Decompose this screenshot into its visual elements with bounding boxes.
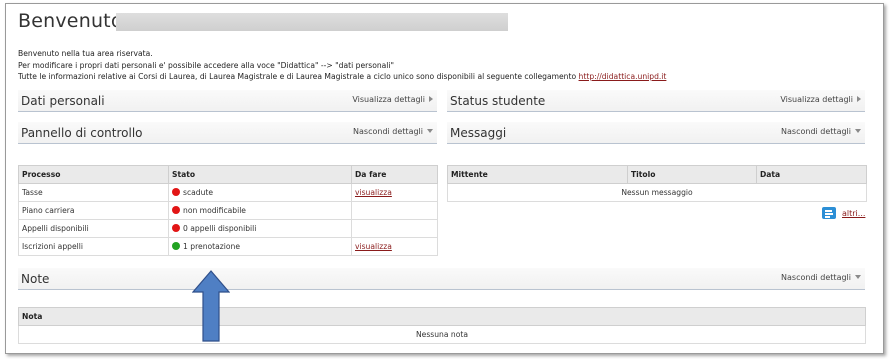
col-da-fare: Da fare [351,165,438,184]
visualizza-link[interactable]: visualizza [355,188,392,197]
messaggi-toggle[interactable]: Nascondi dettagli [781,127,861,136]
notes-table: Nota Nessuna nota [18,307,866,344]
table-row: Nessuna nota [18,325,866,344]
visualizza-link[interactable]: visualizza [355,242,392,251]
cell-da-fare [351,219,438,238]
cell-stato-label: 1 prenotazione [183,242,241,251]
empty-notes: Nessuna nota [18,325,866,344]
messaggi-toggle-label: Nascondi dettagli [781,127,851,136]
col-nota: Nota [18,307,866,326]
intro-line-3: Tutte le informazioni relative ai Corsi … [18,71,666,83]
cell-stato-label: scadute [183,188,214,197]
table-row: Tasse scadute visualizza [18,183,438,202]
cell-stato: non modificabile [168,201,352,220]
didattica-link[interactable]: http://didattica.unipd.it [579,72,667,81]
col-data: Data [756,165,867,184]
table-row: Nessun messaggio [447,183,867,202]
status-dot-red-icon [172,188,180,196]
pannello-toggle-label: Nascondi dettagli [353,127,423,136]
cell-da-fare [351,201,438,220]
messages-icon[interactable] [822,207,836,219]
panel-title-status-studente: Status studente [450,94,546,108]
col-stato: Stato [168,165,352,184]
table-row: Iscrizioni appelli 1 prenotazione visual… [18,237,438,256]
status-dot-red-icon [172,224,180,232]
status-dot-red-icon [172,206,180,214]
panel-title-pannello: Pannello di controllo [21,126,143,140]
intro-line-2: Per modificare i propri dati personali e… [18,60,395,70]
panel-status-studente: Status studente Visualizza dettagli [447,90,865,112]
intro-line-3-text: Tutte le informazioni relative ai Corsi … [18,72,577,81]
triangle-down-icon [855,275,861,279]
col-processo: Processo [18,165,169,184]
col-titolo: Titolo [627,165,757,184]
cell-da-fare: visualizza [351,183,438,202]
cell-processo: Tasse [18,183,169,202]
dati-personali-toggle[interactable]: Visualizza dettagli [352,95,433,104]
annotation-arrow-up-icon [192,270,230,342]
messages-table: Mittente Titolo Data Nessun messaggio [447,165,867,202]
panel-title-note: Note [21,272,50,286]
cell-stato: scadute [168,183,352,202]
panel-pannello-controllo: Pannello di controllo Nascondi dettagli [18,122,437,144]
panel-dati-personali: Dati personali Visualizza dettagli [18,90,437,112]
main-frame: Benvenuto Benvenuto nella tua area riser… [5,3,884,354]
pannello-toggle[interactable]: Nascondi dettagli [353,127,433,136]
cell-processo: Piano carriera [18,201,169,220]
altri-link[interactable]: altri... [842,209,865,218]
cell-stato-label: non modificabile [183,206,246,215]
table-row: Piano carriera non modificabile [18,201,438,220]
cell-processo: Appelli disponibili [18,219,169,238]
triangle-down-icon [855,129,861,133]
panel-title-messaggi: Messaggi [450,126,507,140]
empty-messages: Nessun messaggio [447,183,867,202]
intro-line-1: Benvenuto nella tua area riservata. [18,49,153,58]
cell-stato-label: 0 appelli disponibili [183,224,257,233]
cell-da-fare: visualizza [351,237,438,256]
intro-text: Benvenuto nella tua area riservata. Per … [18,48,666,83]
panel-title-dati-personali: Dati personali [21,94,105,108]
triangle-right-icon [857,96,861,102]
redacted-username [116,13,508,31]
status-dot-green-icon [172,242,180,250]
table-row: Appelli disponibili 0 appelli disponibil… [18,219,438,238]
panel-messaggi: Messaggi Nascondi dettagli [447,122,865,144]
triangle-down-icon [427,129,433,133]
dati-personali-toggle-label: Visualizza dettagli [352,95,425,104]
status-studente-toggle[interactable]: Visualizza dettagli [780,95,861,104]
cell-processo: Iscrizioni appelli [18,237,169,256]
triangle-right-icon [429,96,433,102]
control-table: Processo Stato Da fare Tasse scadute vis… [18,165,438,256]
cell-stato: 1 prenotazione [168,237,352,256]
panel-note: Note Nascondi dettagli [18,268,865,290]
note-toggle-label: Nascondi dettagli [781,273,851,282]
note-toggle[interactable]: Nascondi dettagli [781,273,861,282]
status-studente-toggle-label: Visualizza dettagli [780,95,853,104]
col-mittente: Mittente [447,165,628,184]
page-title: Benvenuto [18,10,123,32]
cell-stato: 0 appelli disponibili [168,219,352,238]
